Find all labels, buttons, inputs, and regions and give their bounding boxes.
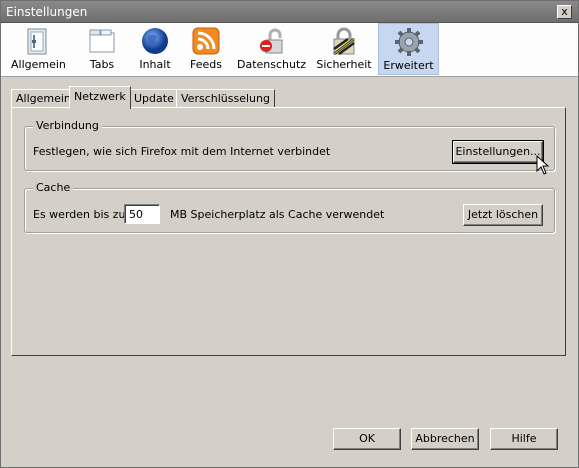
connection-group: Verbindung Festlegen, wie sich Firefox m… (24, 119, 555, 171)
pane-label: Allgemein (11, 58, 66, 71)
pane-label: Feeds (190, 58, 222, 71)
tab-allgemein[interactable]: Allgemein (11, 89, 76, 108)
clear-cache-button[interactable]: Jetzt löschen (463, 204, 543, 226)
netzwerk-panel: Verbindung Festlegen, wie sich Firefox m… (11, 107, 566, 356)
pane-feeds[interactable]: Feeds (183, 23, 229, 75)
cache-group: Cache Es werden bis zu MB Speicherplatz … (24, 181, 555, 233)
globe-icon (142, 28, 168, 54)
close-button[interactable]: x (557, 5, 572, 19)
pane-label: Sicherheit (316, 58, 372, 71)
tab-update[interactable]: Update (129, 89, 179, 108)
connection-settings-button[interactable]: Einstellungen... (452, 140, 544, 164)
pane-inhalt[interactable]: Inhalt (132, 23, 178, 75)
pane-tabs[interactable]: Tabs (79, 23, 125, 75)
pane-erweitert[interactable]: Erweitert (378, 23, 439, 75)
tab-netzwerk[interactable]: Netzwerk (69, 86, 131, 109)
pane-sicherheit[interactable]: Sicherheit (315, 23, 373, 75)
help-button[interactable]: Hilfe (490, 428, 558, 450)
pane-label: Erweitert (383, 59, 434, 72)
cache-legend: Cache (33, 181, 74, 194)
preferences-window: Einstellungen x Allgemein Tabs Inhalt Fe… (0, 0, 579, 468)
pane-datenschutz[interactable]: Datenschutz (237, 23, 307, 75)
lock-icon (333, 27, 355, 56)
pane-allgemein[interactable]: Allgemein (11, 23, 66, 75)
pane-label: Datenschutz (237, 58, 307, 71)
gear-icon (394, 28, 423, 56)
preferences-toolbar: Allgemein Tabs Inhalt Feeds Datenschutz … (1, 23, 578, 77)
window-title: Einstellungen (6, 5, 88, 19)
mouse-cursor-icon (536, 155, 550, 175)
cache-label-after: MB Speicherplatz als Cache verwendet (170, 208, 385, 221)
pane-label: Tabs (89, 58, 115, 71)
tab-verschluesselung[interactable]: Verschlüsselung (176, 89, 275, 108)
pane-label: Inhalt (139, 58, 171, 71)
ok-button[interactable]: OK (333, 428, 401, 450)
connection-legend: Verbindung (33, 119, 102, 132)
general-icon (27, 28, 47, 55)
cache-size-input[interactable] (124, 204, 160, 224)
cancel-button[interactable]: Abbrechen (411, 428, 479, 450)
rss-icon (192, 27, 220, 55)
title-bar[interactable]: Einstellungen x (1, 1, 578, 23)
padlock-icon (260, 28, 283, 54)
cache-label-before: Es werden bis zu (33, 208, 126, 221)
connection-description: Festlegen, wie sich Firefox mit dem Inte… (33, 145, 331, 158)
tabs-icon (89, 29, 115, 53)
